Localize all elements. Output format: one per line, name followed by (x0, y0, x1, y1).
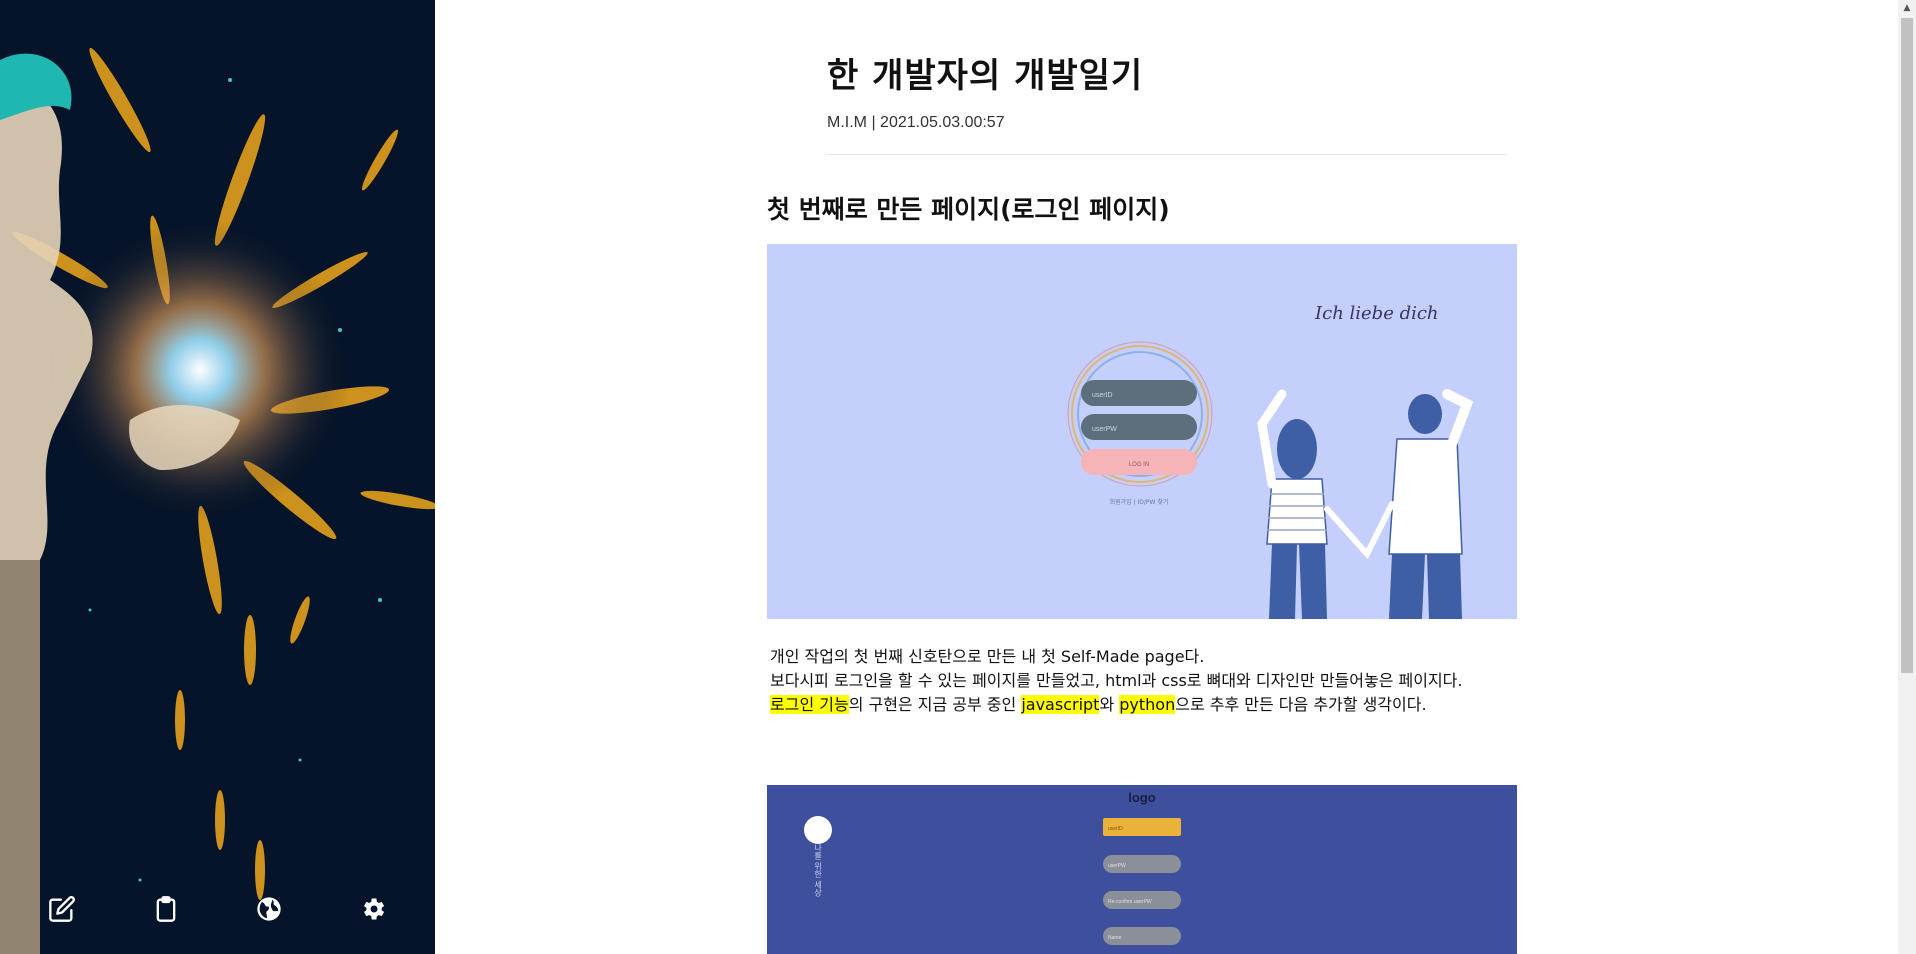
settings-gear-icon (364, 898, 385, 920)
clipboard-button[interactable] (139, 882, 193, 936)
highlight-login-feature: 로그인 기능 (770, 695, 849, 714)
sidebar (0, 0, 435, 954)
fig1-links: 회원가입 | ID/PW 찾기 (1110, 498, 1169, 506)
highlight-python: python (1119, 695, 1176, 714)
login-page-screenshot: userID userPW LOG IN 회원가입 | ID/PW 찾기 Ich… (767, 244, 1517, 619)
section-title: 첫 번째로 만든 페이지(로그인 페이지) (767, 195, 1170, 224)
sidebar-background-illustration (0, 0, 435, 954)
fig1-id-input: userID (1092, 392, 1113, 399)
fig1-login-button: LOG IN (1129, 462, 1149, 468)
post-title: 한 개발자의 개발일기 (827, 56, 1144, 96)
post-body-line-1: 개인 작업의 첫 번째 신호탄으로 만든 내 첫 Self-Made page다… (770, 647, 1205, 666)
fig1-script-text: Ich liebe dich (1314, 303, 1439, 324)
signup-page-illustration: logo 나를 위한 세상 userID userPW Re-confirm u… (767, 785, 1517, 954)
fig2-field-1: userID (1108, 826, 1123, 832)
sidebar-toolbar (0, 864, 435, 954)
fig1-pw-input: userPW (1092, 426, 1117, 433)
write-post-button[interactable] (35, 882, 89, 936)
clipboard-icon (156, 896, 175, 922)
post-body: 개인 작업의 첫 번째 신호탄으로 만든 내 첫 Self-Made page다… (770, 645, 1530, 717)
scroll-thumb[interactable] (1901, 18, 1913, 673)
fig2-side-text: 나를 위한 세상 (813, 843, 822, 896)
edit-icon (49, 896, 75, 922)
scroll-up-arrow-icon[interactable]: ▲ (1898, 0, 1916, 16)
login-page-illustration: userID userPW LOG IN 회원가입 | ID/PW 찾기 Ich… (767, 244, 1517, 619)
post-body-line-3: 로그인 기능의 구현은 지금 공부 중인 javascript와 python으… (770, 695, 1427, 714)
highlight-javascript: javascript (1021, 695, 1100, 714)
globe-button[interactable] (242, 882, 296, 936)
signup-page-screenshot: logo 나를 위한 세상 userID userPW Re-confirm u… (767, 785, 1517, 954)
fig2-field-2: userPW (1108, 863, 1126, 869)
fig2-field-3: Re-confirm userPW (1108, 899, 1152, 905)
settings-button[interactable] (346, 882, 400, 936)
globe-icon (257, 897, 282, 921)
post-body-line-2: 보다시피 로그인을 할 수 있는 페이지를 만들었고, html과 css로 뼈… (770, 671, 1463, 690)
main-content: 한 개발자의 개발일기 M.I.M | 2021.05.03.00:57 첫 번… (435, 0, 1898, 954)
page-scrollbar[interactable]: ▲ (1898, 0, 1916, 954)
fig2-logo: logo (1128, 790, 1155, 805)
fig2-field-4: Name (1108, 935, 1122, 941)
post-header: 한 개발자의 개발일기 M.I.M | 2021.05.03.00:57 (827, 48, 1507, 155)
post-meta: M.I.M | 2021.05.03.00:57 (827, 114, 1005, 131)
